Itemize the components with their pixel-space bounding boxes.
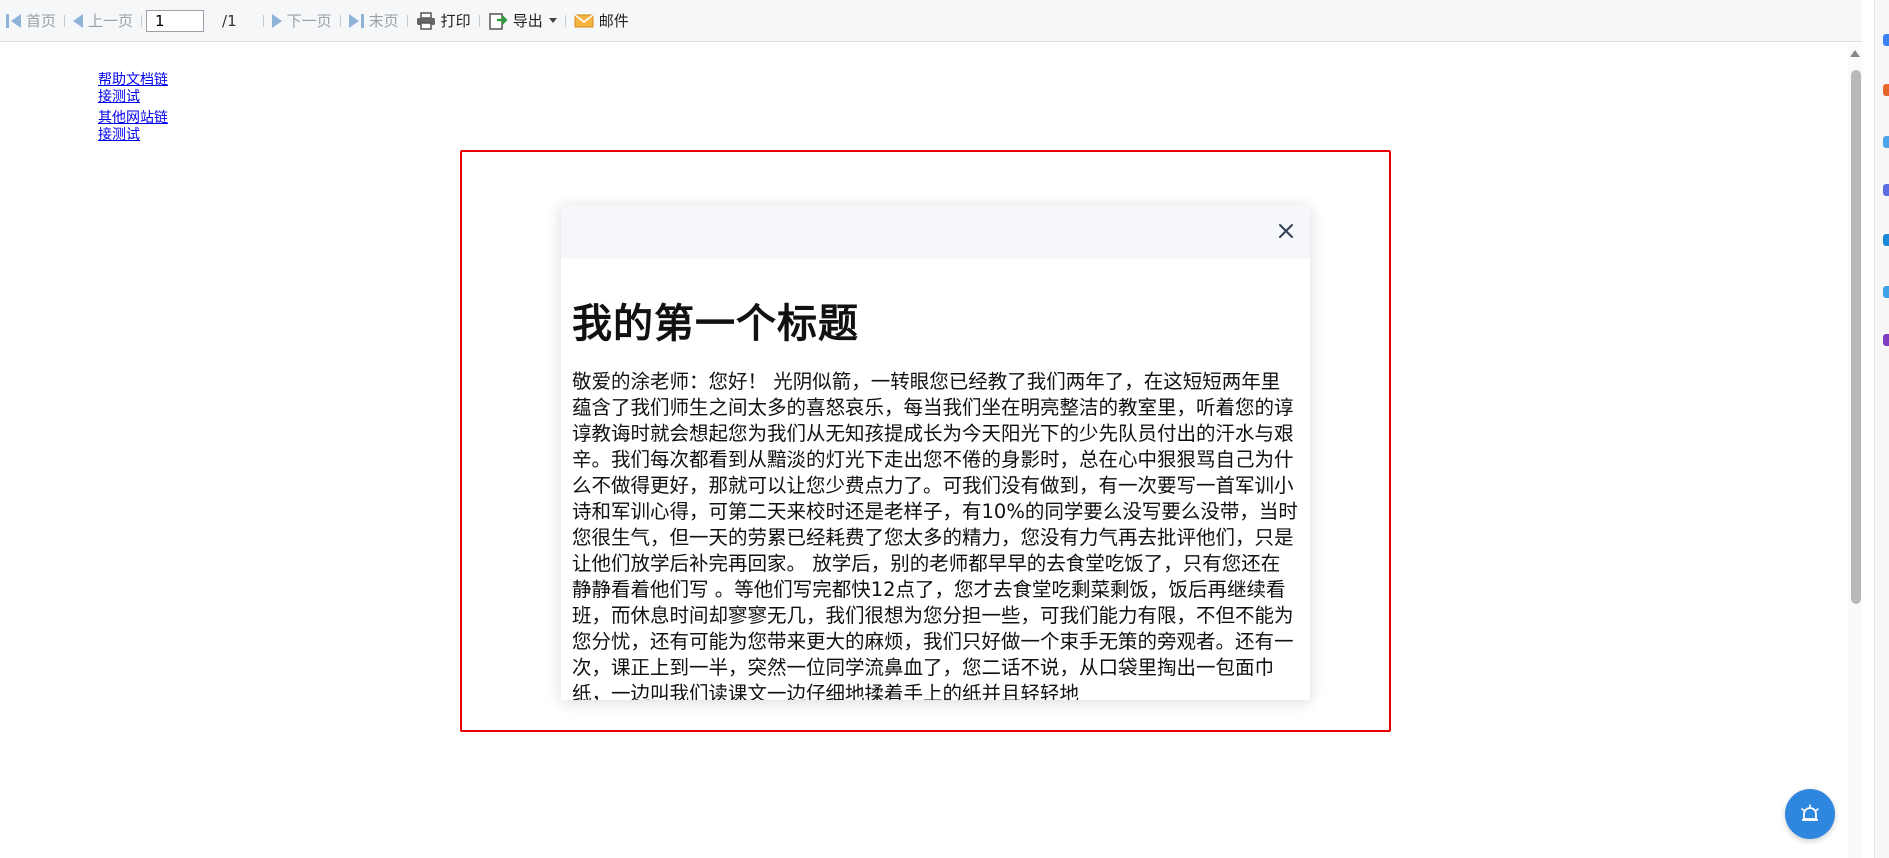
- last-page-label: 末页: [368, 12, 399, 30]
- side-app-icon[interactable]: [1883, 136, 1889, 148]
- link-list: 帮助文档链接测试 其他网站链接测试: [98, 72, 178, 148]
- chevron-down-icon: [548, 18, 557, 23]
- prev-page-icon: [73, 13, 84, 28]
- dialog-body: 我的第一个标题 敬爱的涂老师：您好！ 光阴似箭，一转眼您已经教了我们两年了，在这…: [561, 291, 1310, 700]
- side-app-icon[interactable]: [1883, 286, 1889, 298]
- page-total: /1: [222, 11, 237, 30]
- first-page-button[interactable]: 首页: [0, 0, 62, 41]
- toolbar-divider: [478, 14, 480, 27]
- scroll-up-arrow-icon[interactable]: [1850, 50, 1860, 57]
- dialog-text: 敬爱的涂老师：您好！ 光阴似箭，一转眼您已经教了我们两年了，在这短短两年里蕴含了…: [572, 370, 1298, 700]
- close-icon: [1279, 224, 1293, 238]
- side-app-icon[interactable]: [1883, 334, 1889, 346]
- side-panel-strip: [1874, 0, 1889, 858]
- side-app-icon[interactable]: [1883, 34, 1889, 46]
- toolbar-divider: [141, 14, 143, 27]
- toolbar-divider: [564, 14, 566, 27]
- vertical-scrollbar[interactable]: [1848, 44, 1862, 858]
- toolbar-divider: [262, 14, 264, 27]
- print-button[interactable]: 打印: [410, 0, 477, 41]
- report-toolbar: 首页 上一页 /1 下一页 末页 打印 导出 邮件: [0, 0, 1862, 42]
- close-button[interactable]: [1272, 217, 1300, 245]
- prev-page-label: 上一页: [88, 12, 134, 30]
- export-dropdown[interactable]: 导出: [482, 0, 563, 41]
- help-doc-link[interactable]: 帮助文档链接测试: [98, 72, 178, 106]
- other-site-link[interactable]: 其他网站链接测试: [98, 110, 178, 144]
- toolbar-divider: [339, 14, 341, 27]
- printer-icon: [416, 11, 436, 30]
- last-page-icon: [348, 13, 364, 28]
- mail-button[interactable]: 邮件: [568, 0, 635, 41]
- content-dialog: 我的第一个标题 敬爱的涂老师：您好！ 光阴似箭，一转眼您已经教了我们两年了，在这…: [561, 205, 1310, 700]
- scrollbar-thumb[interactable]: [1851, 70, 1861, 604]
- mail-label: 邮件: [598, 12, 629, 30]
- mail-icon: [574, 13, 594, 29]
- next-page-icon: [271, 13, 282, 28]
- floating-action-button[interactable]: [1785, 789, 1835, 839]
- toolbar-divider: [64, 14, 66, 27]
- print-label: 打印: [440, 12, 471, 30]
- side-app-icon[interactable]: [1883, 234, 1889, 246]
- page-number-input[interactable]: [146, 9, 205, 32]
- side-app-icon[interactable]: [1883, 184, 1889, 196]
- side-app-icon[interactable]: [1883, 84, 1889, 96]
- export-icon: [488, 11, 508, 31]
- first-page-label: 首页: [26, 12, 57, 30]
- export-label: 导出: [512, 12, 543, 30]
- prev-page-button[interactable]: 上一页: [67, 0, 139, 41]
- first-page-icon: [6, 13, 21, 28]
- toolbar-divider: [406, 14, 408, 27]
- next-page-label: 下一页: [286, 12, 332, 30]
- alarm-icon: [1801, 804, 1819, 821]
- dialog-header: [561, 205, 1310, 259]
- last-page-button[interactable]: 末页: [343, 0, 405, 41]
- next-page-button[interactable]: 下一页: [266, 0, 338, 41]
- dialog-title: 我的第一个标题: [572, 301, 859, 347]
